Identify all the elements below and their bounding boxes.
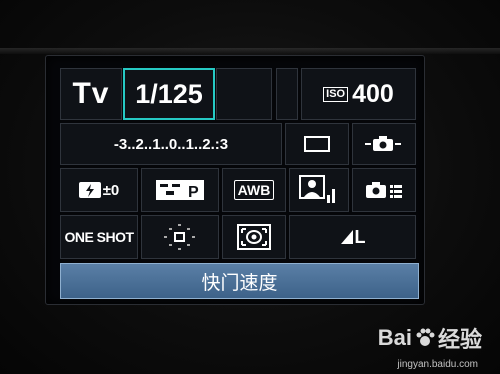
aperture-setting[interactable] xyxy=(216,68,272,120)
evaluative-metering-icon xyxy=(237,224,271,250)
custom-controls-setting[interactable] xyxy=(352,168,416,212)
shutter-speed-setting[interactable]: 1/125 xyxy=(123,68,215,120)
watermark-url: jingyan.baidu.com xyxy=(397,359,478,370)
shooting-mode[interactable]: Tv xyxy=(60,68,122,120)
selected-setting-label: 快门速度 xyxy=(60,263,419,299)
metering-camera-setting[interactable] xyxy=(352,123,416,165)
af-point-setting[interactable] xyxy=(141,215,219,259)
iso-value: 400 xyxy=(352,79,394,108)
exposure-compensation-scale[interactable]: -3..2..1..0..1..2.:3 xyxy=(60,123,282,165)
image-quality-setting[interactable]: L xyxy=(289,215,416,259)
af-point-icon xyxy=(164,224,195,250)
shutter-speed-value: 1/125 xyxy=(135,78,203,109)
flash-compensation-value: ±0 xyxy=(102,181,120,199)
auto-lighting-optimizer-icon xyxy=(299,175,335,203)
spacer-cell xyxy=(276,68,298,120)
single-shot-icon xyxy=(304,136,330,152)
drive-mode-setting[interactable] xyxy=(285,123,349,165)
metering-mode-setting[interactable] xyxy=(222,215,286,259)
bezel-highlight xyxy=(0,48,500,54)
svg-text:P: P xyxy=(188,184,199,201)
baidu-watermark: Bai 经验 xyxy=(378,322,482,354)
iso-label: ISO xyxy=(323,86,349,102)
af-mode-setting[interactable]: ONE SHOT xyxy=(60,215,138,259)
picture-style-setting[interactable]: P xyxy=(141,168,219,212)
watermark-brand2: 经验 xyxy=(437,327,482,352)
paw-logo-icon xyxy=(416,328,435,346)
flash-compensation-setting[interactable]: ±0 xyxy=(60,168,138,212)
camera-settings-icon xyxy=(366,182,402,198)
quality-fine-icon xyxy=(340,230,353,244)
exposure-scale-text: -3..2..1..0..1..2.:3 xyxy=(113,135,229,153)
picture-style-icon: P xyxy=(156,180,204,201)
shooting-mode-label: Tv xyxy=(72,77,110,110)
quality-label: L xyxy=(354,226,366,247)
af-mode-label: ONE SHOT xyxy=(64,229,134,245)
camera-icon xyxy=(365,136,401,151)
awb-label: AWB xyxy=(233,180,275,200)
watermark-brand: Bai xyxy=(377,325,412,350)
auto-lighting-optimizer-setting[interactable] xyxy=(289,168,349,212)
white-balance-setting[interactable]: AWB xyxy=(222,168,286,212)
selected-setting-text: 快门速度 xyxy=(201,271,278,294)
iso-setting[interactable]: ISO 400 xyxy=(301,68,416,120)
flash-compensation-icon xyxy=(78,182,101,198)
